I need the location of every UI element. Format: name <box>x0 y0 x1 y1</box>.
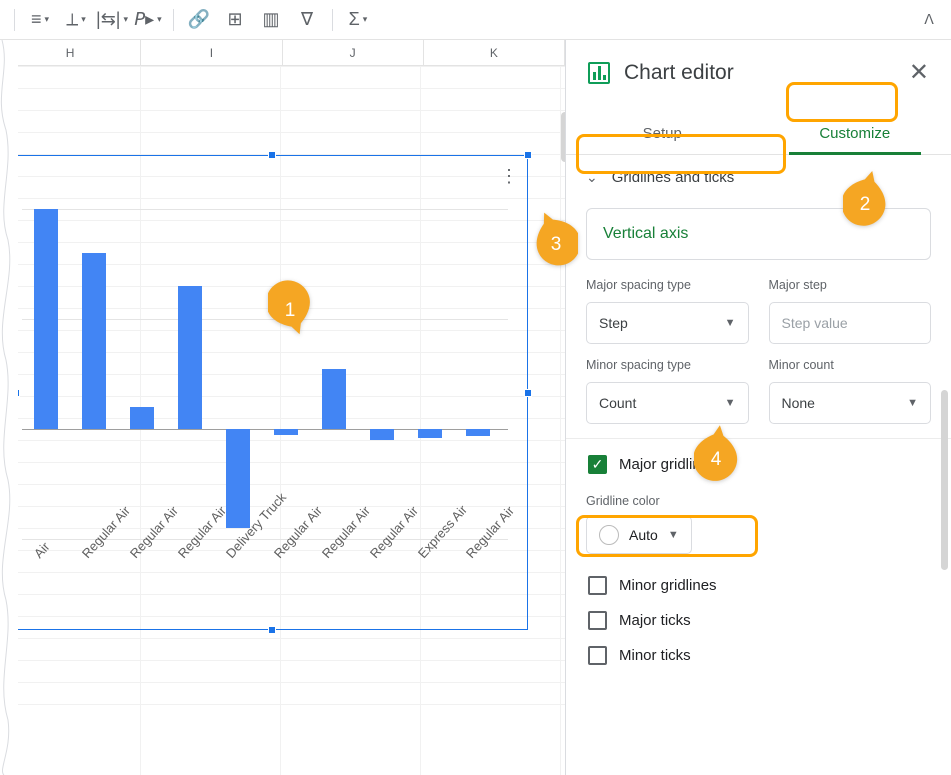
minor-count-select[interactable]: None▼ <box>769 382 932 424</box>
dropdown-arrow-icon: ▼ <box>725 397 736 409</box>
section-gridlines-ticks[interactable]: ⌄ Gridlines and ticks <box>584 155 933 200</box>
minor-ticks-checkbox[interactable]: Minor ticks <box>584 638 933 673</box>
color-swatch-icon <box>599 525 619 545</box>
checkbox-icon <box>588 646 607 665</box>
check-label: Minor gridlines <box>619 577 717 594</box>
resize-handle[interactable] <box>268 151 276 159</box>
filter-icon[interactable]: ∇ <box>290 6 324 34</box>
check-label: Major ticks <box>619 612 691 629</box>
dropdown-arrow-icon: ▼ <box>907 397 918 409</box>
axis-selector[interactable]: Vertical axis <box>586 208 931 260</box>
minor-gridlines-checkbox[interactable]: Minor gridlines <box>584 568 933 603</box>
tab-customize[interactable]: Customize <box>759 111 951 154</box>
text-rotate-menu[interactable]: 𝘗▸ <box>131 6 165 34</box>
check-label: Major gridlines <box>619 456 717 473</box>
field-label: Major spacing type <box>586 278 749 292</box>
section-label: Gridlines and ticks <box>612 169 735 186</box>
toolbar: ≡ ⟂ |⇆| 𝘗▸ 🔗 ⊞ ▥ ∇ Σ ᐱ <box>0 0 951 40</box>
column-header[interactable]: J <box>283 40 424 65</box>
horizontal-align-menu[interactable]: ≡ <box>23 6 57 34</box>
dropdown-arrow-icon: ▼ <box>668 529 679 541</box>
chevron-down-icon: ⌄ <box>586 169 598 186</box>
resize-handle[interactable] <box>12 389 20 397</box>
checkbox-icon <box>588 576 607 595</box>
major-ticks-checkbox[interactable]: Major ticks <box>584 603 933 638</box>
column-header[interactable]: H <box>0 40 141 65</box>
major-gridlines-checkbox[interactable]: ✓ Major gridlines <box>584 447 933 482</box>
field-label: Gridline color <box>586 494 933 508</box>
tab-setup[interactable]: Setup <box>566 111 759 154</box>
minor-spacing-select[interactable]: Count▼ <box>586 382 749 424</box>
scrollbar[interactable] <box>941 390 948 570</box>
field-label: Major step <box>769 278 932 292</box>
functions-menu[interactable]: Σ <box>341 6 375 34</box>
major-step-input[interactable]: Step value <box>769 302 932 344</box>
field-label: Minor count <box>769 358 932 372</box>
collapse-toolbar-icon[interactable]: ᐱ <box>915 11 943 28</box>
vertical-align-menu[interactable]: ⟂ <box>59 6 93 34</box>
spreadsheet-area[interactable]: H I J K ⋮ AirRegular AirRegular AirRegul… <box>0 40 565 775</box>
column-header[interactable]: I <box>141 40 282 65</box>
field-label: Minor spacing type <box>586 358 749 372</box>
chart-editor-icon <box>588 62 610 84</box>
major-spacing-select[interactable]: Step▼ <box>586 302 749 344</box>
insert-chart-icon[interactable]: ▥ <box>254 6 288 34</box>
panel-title: Chart editor <box>624 61 734 85</box>
chart-plot <box>22 209 508 539</box>
column-headers: H I J K <box>0 40 565 66</box>
dropdown-arrow-icon: ▼ <box>725 317 736 329</box>
column-header[interactable]: K <box>424 40 565 65</box>
checkbox-icon: ✓ <box>588 455 607 474</box>
insert-link-icon[interactable]: 🔗 <box>182 6 216 34</box>
check-label: Minor ticks <box>619 647 691 664</box>
insert-comment-icon[interactable]: ⊞ <box>218 6 252 34</box>
editor-tabs: Setup Customize <box>566 111 951 155</box>
checkbox-icon <box>588 611 607 630</box>
resize-handle[interactable] <box>524 389 532 397</box>
chart-x-labels: AirRegular AirRegular AirRegular AirDeli… <box>22 545 508 635</box>
chart-editor-panel: Chart editor ✕ Setup Customize ⌄ Gridlin… <box>565 40 951 775</box>
embedded-chart[interactable]: ⋮ AirRegular AirRegular AirRegular AirDe… <box>16 155 528 630</box>
gridline-color-select[interactable]: Auto ▼ <box>586 516 692 554</box>
text-wrap-menu[interactable]: |⇆| <box>95 6 129 34</box>
axis-label: Vertical axis <box>603 225 688 242</box>
close-icon[interactable]: ✕ <box>909 58 929 87</box>
resize-handle[interactable] <box>524 151 532 159</box>
